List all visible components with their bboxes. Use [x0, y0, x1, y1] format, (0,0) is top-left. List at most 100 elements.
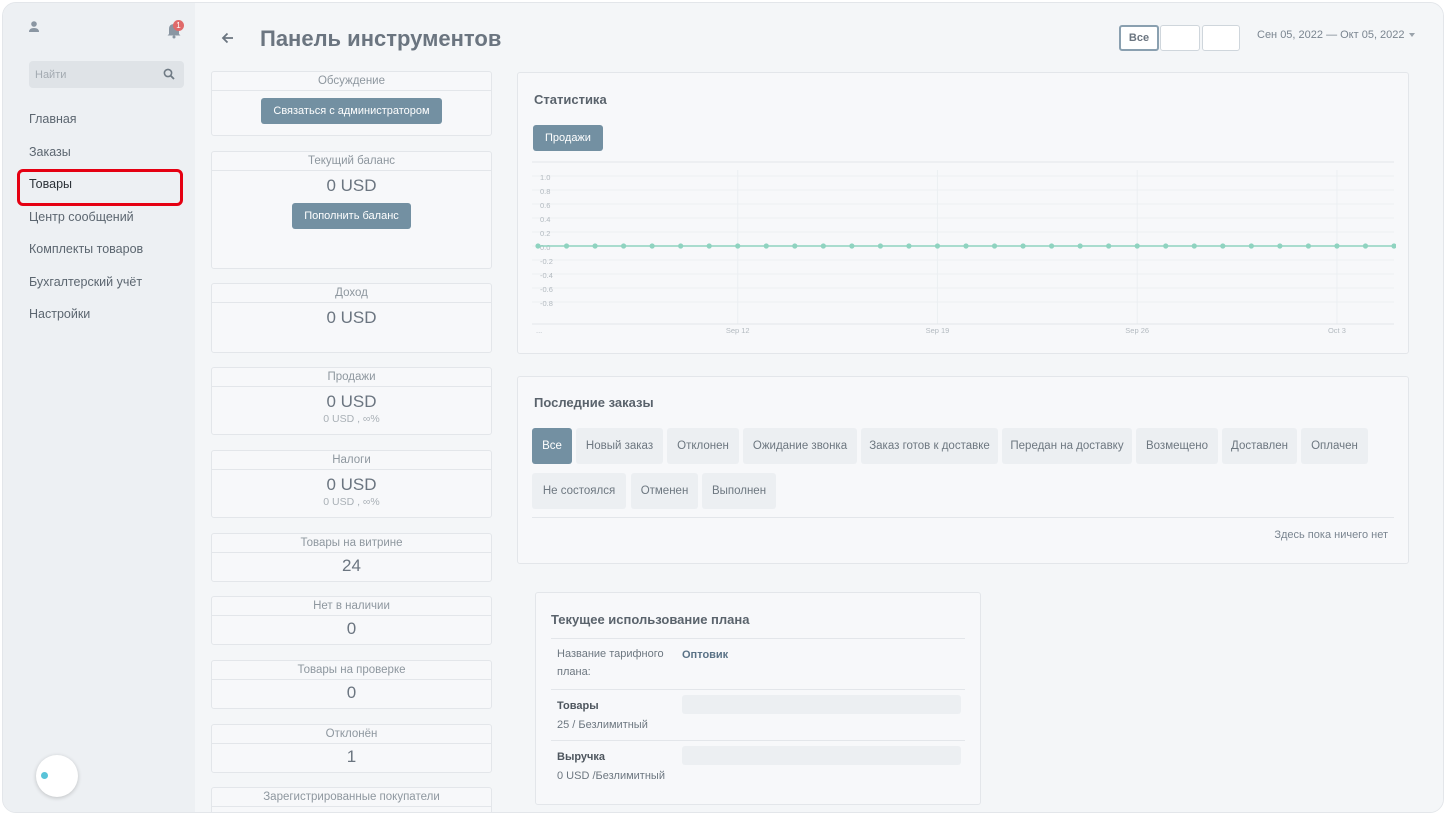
period-option-button[interactable]	[1160, 25, 1200, 51]
data-point	[649, 243, 655, 249]
data-point	[706, 243, 712, 249]
income-value: 0 USD	[326, 308, 377, 327]
out-of-stock-value: 0	[346, 619, 357, 638]
contact-admin-button[interactable]: Связаться с администратором	[261, 98, 442, 124]
data-point	[792, 243, 798, 249]
data-point	[1049, 243, 1055, 249]
date-range-picker[interactable]: Сен 05, 2022 — Окт 05, 2022	[1257, 29, 1415, 41]
sidebar-item-orders[interactable]: Заказы	[3, 136, 195, 169]
data-point	[1020, 243, 1026, 249]
data-point	[1362, 243, 1369, 249]
top-up-balance-button[interactable]: Пополнить баланс	[292, 203, 411, 229]
data-point	[535, 243, 541, 249]
filter-chip[interactable]: Новый заказ	[576, 428, 663, 464]
x-tick-label: Sep 19	[926, 326, 950, 335]
filter-chip[interactable]: Заказ готов к доставке	[861, 428, 998, 464]
data-point	[1106, 243, 1112, 249]
sales-card: Продажи 0 USD 0 USD , ∞%	[211, 367, 492, 435]
revenue-label: Выручка	[557, 751, 606, 763]
filter-chip[interactable]: Ожидание звонка	[743, 428, 857, 464]
brand-logo	[36, 755, 78, 797]
y-tick-label: 0.4	[540, 215, 550, 224]
sidebar: 1 Главная Заказы Товары Центр сообщений …	[3, 3, 195, 812]
data-point	[934, 243, 941, 249]
plan-name-value: Оптовик	[682, 649, 729, 661]
data-point	[1191, 243, 1197, 249]
period-option-button[interactable]	[1202, 25, 1240, 51]
plan-usage-title: Текущее использование плана	[551, 612, 750, 627]
caret-down-icon	[1408, 33, 1415, 38]
data-point	[563, 243, 570, 249]
period-all-button[interactable]: Все	[1119, 25, 1159, 51]
data-point	[1134, 243, 1140, 249]
out-of-stock-card: Нет в наличии 0	[211, 596, 492, 645]
data-point	[1163, 243, 1169, 249]
filter-chip[interactable]: Не состоялся	[532, 473, 626, 509]
y-tick-label: -0.2	[540, 257, 553, 266]
data-point	[906, 243, 912, 249]
filter-chip[interactable]: Возмещено	[1136, 428, 1218, 464]
x-tick-label: Sep 12	[726, 326, 750, 335]
sidebar-item-accounting[interactable]: Бухгалтерский учёт	[3, 266, 195, 299]
taxes-value: 0 USD	[326, 475, 377, 494]
card-title: Зарегистрированные покупатели	[212, 788, 491, 807]
logo-dot-icon	[41, 772, 48, 779]
search-input[interactable]	[29, 61, 159, 88]
sales-chart: 1.0 0.8 0.6 0.4 0.2 0.0 -0.2 -0.4 -0.6 -0.8... Sep…	[532, 161, 1396, 335]
data-point	[849, 243, 855, 249]
recent-orders-panel: Последние заказы Все Новый заказ Отклоне…	[517, 376, 1409, 564]
back-arrow-icon[interactable]	[221, 31, 235, 45]
page-title: Панель инструментов	[260, 26, 502, 51]
filter-chip[interactable]: Передан на доставку	[1002, 428, 1132, 464]
y-tick-label: 0.0	[540, 243, 550, 252]
sidebar-item-settings[interactable]: Настройки	[3, 298, 195, 331]
card-title: Текущий баланс	[212, 152, 491, 171]
x-tick-label: Sep 26	[1125, 326, 1149, 335]
search-icon[interactable]	[163, 68, 175, 80]
card-title: Товары на витрине	[212, 534, 491, 553]
app-window: 1 Главная Заказы Товары Центр сообщений …	[2, 2, 1444, 813]
income-card: Доход 0 USD	[211, 283, 492, 353]
data-point	[963, 243, 969, 249]
sidebar-item-home[interactable]: Главная	[3, 103, 195, 136]
sidebar-item-bundles[interactable]: Комплекты товаров	[3, 233, 195, 266]
taxes-change: 0 USD , ∞%	[323, 496, 380, 508]
products-label: Товары	[557, 700, 599, 712]
sales-tab-button[interactable]: Продажи	[533, 125, 603, 151]
data-point	[820, 243, 826, 249]
card-title: Продажи	[212, 368, 491, 387]
filter-chip[interactable]: Доставлен	[1222, 428, 1297, 464]
y-tick-label: 0.8	[540, 187, 550, 196]
showcase-card: Товары на витрине 24	[211, 533, 492, 582]
divider	[532, 517, 1394, 518]
search-box	[29, 61, 184, 88]
data-point	[991, 243, 998, 249]
products-usage-label: Товары	[557, 697, 599, 715]
filter-chip[interactable]: Отклонен	[667, 428, 739, 464]
user-icon[interactable]	[27, 20, 41, 34]
sidebar-item-message-center[interactable]: Центр сообщений	[3, 201, 195, 234]
balance-card: Текущий баланс 0 USD Пополнить баланс	[211, 151, 492, 269]
filter-chip[interactable]: Оплачен	[1301, 428, 1368, 464]
card-title: Налоги	[212, 451, 491, 470]
filter-chip[interactable]: Отменен	[631, 473, 698, 509]
data-point	[1334, 243, 1340, 249]
sales-change: 0 USD , ∞%	[323, 413, 380, 425]
card-title: Товары на проверке	[212, 661, 491, 680]
filter-chip[interactable]: Выполнен	[702, 473, 776, 509]
filter-chip-all[interactable]: Все	[532, 428, 572, 464]
data-point	[1248, 243, 1254, 249]
revenue-usage-value: 0 USD /Безлимитный	[557, 770, 665, 782]
y-tick-label: -0.8	[540, 299, 553, 308]
sidebar-item-products[interactable]: Товары	[3, 168, 195, 206]
sales-value: 0 USD	[326, 392, 377, 411]
rejected-card: Отклонён 1	[211, 724, 492, 773]
x-tick-label: Oct 3	[1328, 326, 1346, 335]
data-point	[735, 243, 741, 249]
data-point	[592, 243, 598, 249]
statistics-panel: Статистика Продажи 1.0 0.8 0.6 0.4 0.2 0.0 -0.…	[517, 72, 1409, 354]
sidebar-nav: Главная Заказы Товары Центр сообщений Ко…	[3, 103, 195, 331]
y-tick-label: -0.4	[540, 271, 553, 280]
statistics-title: Статистика	[534, 92, 607, 107]
data-point	[1305, 243, 1311, 249]
